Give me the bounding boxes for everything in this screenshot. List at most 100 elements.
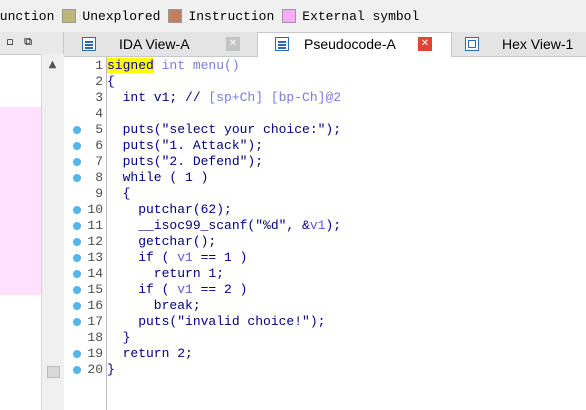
line-number: 2 (95, 74, 103, 89)
code-text: if ( v1 == 2 ) (107, 282, 247, 298)
code-token: break; (107, 298, 201, 313)
code-line[interactable]: 9 { (64, 186, 586, 202)
code-line[interactable]: 10 putchar(62); (64, 202, 586, 218)
color-legend: function Unexplored Instruction External… (0, 0, 586, 33)
line-number: 1 (95, 58, 103, 73)
legend-label: Instruction (188, 8, 275, 24)
line-number: 19 (87, 346, 103, 361)
code-text: break; (107, 298, 201, 314)
line-number: 16 (87, 298, 103, 313)
line-number: 7 (95, 154, 103, 169)
code-line[interactable]: 1 signed int menu() (64, 58, 586, 74)
tab-pseudocode-a[interactable]: Pseudocode-A ✕ (257, 32, 452, 57)
line-number: 5 (95, 122, 103, 137)
pseudocode-view[interactable]: 1 signed int menu() 2{3 int v1; // [sp+Ch]… (64, 57, 586, 410)
scroll-up-icon[interactable]: ▲ (46, 58, 59, 71)
line-number: 10 (87, 202, 103, 217)
line-number: 8 (95, 170, 103, 185)
code-line[interactable]: 4 (64, 106, 586, 122)
view-tabs: IDA View-A ✕ Pseudocode-A ✕ Hex View-1 (64, 32, 586, 57)
code-token: { (107, 186, 131, 201)
code-token: return 2; (107, 346, 193, 361)
code-line[interactable]: 18 } (64, 330, 586, 346)
highlighted-keyword: signed (107, 58, 154, 73)
ida-view-icon (82, 37, 96, 51)
legend-item-function: function (0, 9, 54, 24)
legend-item-external-symbol: External symbol (282, 9, 419, 24)
legend-label: Unexplored (82, 8, 161, 24)
close-tab-icon[interactable]: ✕ (226, 37, 240, 51)
legend-swatch (282, 9, 297, 23)
code-text: puts("select your choice:"); (107, 122, 341, 138)
code-line[interactable]: 8 while ( 1 ) (64, 170, 586, 186)
code-text: puts("invalid choice!"); (107, 314, 325, 330)
line-number: 15 (87, 282, 103, 297)
code-line[interactable]: 16 break; (64, 298, 586, 314)
code-line[interactable]: 17 puts("invalid choice!"); (64, 314, 586, 330)
code-text: while ( 1 ) (107, 170, 209, 186)
tab-label: IDA View-A (119, 36, 190, 52)
code-token: [sp+Ch] [bp-Ch]@2 (208, 90, 342, 105)
line-number: 4 (95, 106, 103, 121)
code-line[interactable]: 13 if ( v1 == 1 ) (64, 250, 586, 266)
pane-titlebar: ▫ ⧉ (0, 32, 63, 55)
line-number: 14 (87, 266, 103, 281)
code-token: v1 (309, 218, 326, 233)
line-number: 18 (87, 330, 103, 345)
code-token: return 1; (107, 266, 225, 281)
code-token: getchar(); (107, 234, 217, 249)
code-token: puts("select your choice:"); (107, 122, 342, 137)
code-token: } (107, 362, 115, 377)
tab-hex-view-1[interactable]: Hex View-1 (452, 32, 586, 56)
close-tab-icon[interactable]: ✕ (418, 37, 432, 51)
functions-pane: ▫ ⧉ ▲ (0, 32, 64, 410)
code-token: v1 (177, 282, 193, 297)
pseudocode-icon (275, 37, 289, 51)
code-token: { (107, 74, 115, 89)
line-number: 12 (87, 234, 103, 249)
line-number: 13 (87, 250, 103, 265)
code-line[interactable]: 5 puts("select your choice:"); (64, 122, 586, 138)
code-token: int v1; // (107, 90, 209, 105)
code-line[interactable]: 15 if ( v1 == 2 ) (64, 282, 586, 298)
code-text: if ( v1 == 1 ) (107, 250, 247, 266)
code-line[interactable]: 7 puts("2. Defend"); (64, 154, 586, 170)
code-text: return 2; (107, 346, 193, 362)
vertical-scrollbar[interactable]: ▲ (41, 54, 64, 410)
code-token: puts("2. Defend"); (107, 154, 264, 169)
legend-label: function (0, 8, 55, 24)
code-text: signed int menu() (107, 58, 240, 74)
restore-icon[interactable]: ▫ (3, 35, 17, 49)
code-line[interactable]: 12 getchar(); (64, 234, 586, 250)
code-text: __isoc99_scanf("%d", &v1); (107, 218, 341, 234)
code-token: == 2 ) (192, 282, 248, 297)
code-line[interactable]: 19 return 2; (64, 346, 586, 362)
line-number: 11 (87, 218, 103, 233)
code-line[interactable]: 6 puts("1. Attack"); (64, 138, 586, 154)
code-line[interactable]: 20} (64, 362, 586, 378)
scroll-thumb[interactable] (47, 366, 60, 378)
code-token: while ( 1 ) (107, 170, 209, 185)
code-token: v1 (177, 250, 193, 265)
line-number: 20 (87, 362, 103, 377)
code-token: puts("invalid choice!"); (107, 314, 326, 329)
code-text: } (107, 362, 115, 378)
code-text: puts("2. Defend"); (107, 154, 263, 170)
tab-ida-view-a[interactable]: IDA View-A ✕ (64, 32, 257, 56)
code-text: putchar(62); (107, 202, 232, 218)
code-token: putchar(62); (107, 202, 232, 217)
code-token: puts("1. Attack"); (107, 138, 264, 153)
legend-label: External symbol (302, 8, 420, 24)
code-text: { (107, 74, 115, 90)
code-text: getchar(); (107, 234, 216, 250)
code-line[interactable]: 14 return 1; (64, 266, 586, 282)
float-window-icon[interactable]: ⧉ (21, 35, 35, 49)
code-text: { (107, 186, 131, 202)
code-line[interactable]: 3 int v1; // [sp+Ch] [bp-Ch]@2 (64, 90, 586, 106)
code-line[interactable]: 11 __isoc99_scanf("%d", &v1); (64, 218, 586, 234)
external-symbol-region (0, 107, 41, 295)
tab-label: Pseudocode-A (304, 36, 396, 52)
code-token: __isoc99_scanf("%d", & (107, 218, 310, 233)
legend-item-unexplored: Unexplored (62, 9, 160, 24)
code-line[interactable]: 2{ (64, 74, 586, 90)
